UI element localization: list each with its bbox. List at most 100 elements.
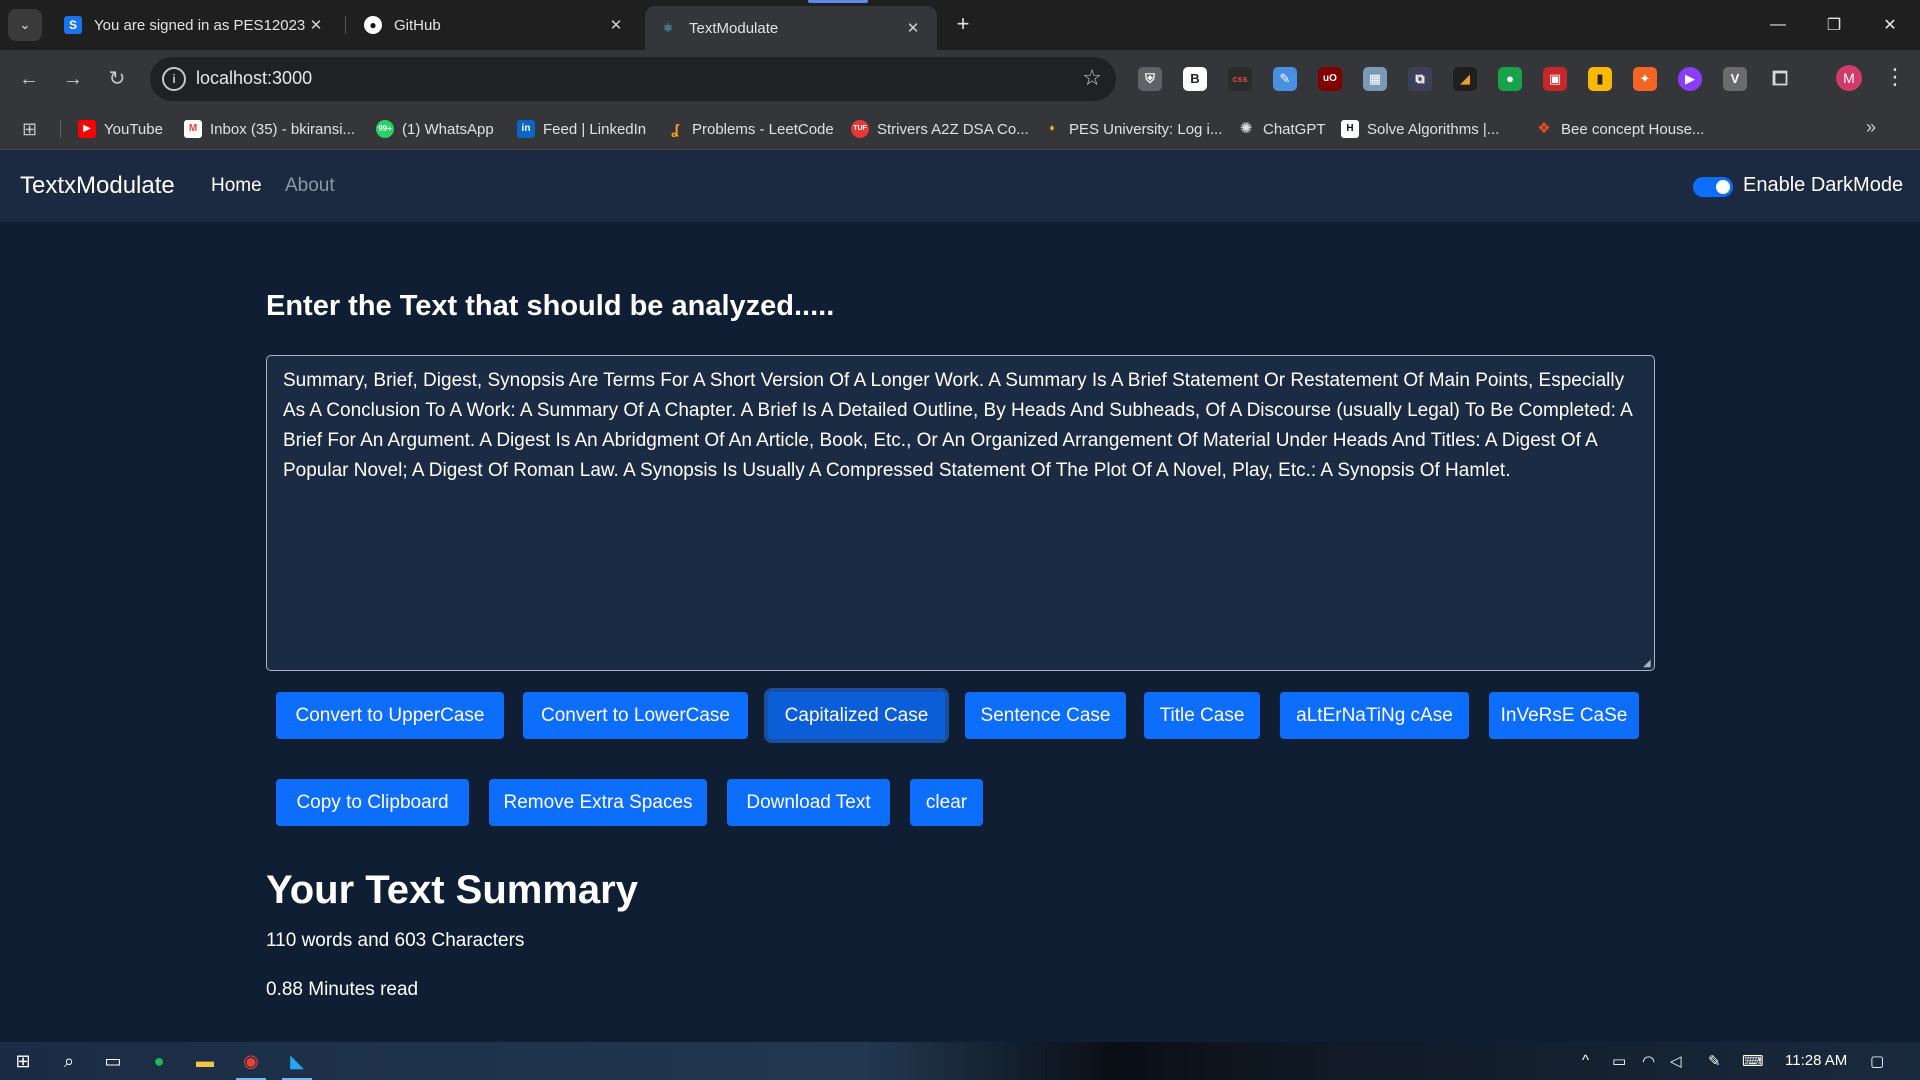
browser-toolbar: ← → ↻ i localhost:3000 ☆ ⛨ B css ✎ uO ▦ … [0,50,1920,108]
chrome-icon[interactable]: ◉ [228,1042,274,1080]
bookmark-whatsapp[interactable]: 99+ (1) WhatsApp [376,108,494,150]
whatsapp-icon: 99+ [376,120,394,138]
close-tab-icon[interactable]: ✕ [903,19,923,37]
uppercase-button[interactable]: Convert to UpperCase [276,692,504,739]
windows-taskbar: ⊞ ⌕ ▭ ● ▬ ◉ ◣ ^ ▭ ◠ ◁ ✎ ⌨ 11:28 AM ▢ [0,1042,1920,1080]
download-text-button[interactable]: Download Text [727,779,890,826]
new-tab-plus-icon[interactable]: + [950,12,976,38]
chatgpt-icon: ✺ [1239,120,1253,137]
bookmark-label: (1) WhatsApp [402,120,494,138]
brand-logo[interactable]: TextxModulate [20,172,175,200]
dark-mode-label[interactable]: Enable DarkMode [1743,174,1903,197]
tab-title: You are signed in as PES12023 [94,16,306,34]
close-tab-icon[interactable]: ✕ [606,16,626,34]
bookmark-leetcode[interactable]: ʆ Problems - LeetCode [666,108,834,150]
browser-tab-textmodulate[interactable]: ⚛ TextModulate ✕ [645,6,937,50]
file-explorer-icon[interactable]: ▬ [182,1042,228,1080]
copy-extension-icon[interactable]: ⧉ [1408,67,1432,91]
v-extension-icon[interactable]: V [1723,67,1747,91]
pencil-extension-icon[interactable]: ✎ [1273,67,1297,91]
clear-button[interactable]: clear [910,779,983,826]
bookmark-hackerrank[interactable]: H Solve Algorithms |... [1341,108,1499,150]
back-arrow-icon[interactable]: ← [14,64,44,94]
bookmark-pes[interactable]: ♦ PES University: Log i... [1043,108,1222,150]
bookmark-label: Bee concept House... [1561,120,1705,138]
bookmark-label: PES University: Log i... [1069,120,1223,138]
reload-icon[interactable]: ↻ [102,64,132,94]
tray-chevron-up-icon[interactable]: ^ [1582,1052,1589,1069]
vscode-icon[interactable]: ◣ [274,1042,320,1080]
bookmark-youtube[interactable]: ▶ YouTube [78,108,163,150]
bookmark-strivers[interactable]: TUF Strivers A2Z DSA Co... [851,108,1029,150]
bookmark-gmail[interactable]: M Inbox (35) - bkiransi... [184,108,355,150]
green-extension-icon[interactable]: ● [1498,67,1522,91]
keyboard-icon[interactable]: ⌨ [1742,1052,1764,1070]
screenshot-extension-icon[interactable]: ▦ [1363,67,1387,91]
extensions-puzzle-icon[interactable]: ⧠ [1768,67,1792,91]
bookmark-chatgpt[interactable]: ✺ ChatGPT [1237,108,1326,150]
pen-icon[interactable]: ✎ [1708,1052,1721,1070]
address-url[interactable]: localhost:3000 [196,68,312,89]
search-icon[interactable]: ⌕ [46,1042,92,1080]
close-window-icon[interactable]: ✕ [1862,0,1918,50]
taskbar-clock[interactable]: 11:28 AM [1785,1052,1847,1069]
resize-grip-icon[interactable]: ◢ [1643,659,1653,669]
title-case-button[interactable]: Title Case [1144,692,1260,739]
bookmark-star-icon[interactable]: ☆ [1082,65,1102,91]
nav-link-home[interactable]: Home [211,175,262,197]
menu-kebab-icon[interactable]: ⋮ [1884,64,1906,90]
ninja-extension-icon[interactable]: ◢ [1453,67,1477,91]
shield-extension-icon[interactable]: ⛨ [1138,67,1162,91]
profile-avatar[interactable]: M [1836,65,1862,91]
remove-spaces-button[interactable]: Remove Extra Spaces [489,779,707,826]
browser-tab-signed-in[interactable]: S You are signed in as PES12023 ✕ [50,6,340,44]
inverse-case-button[interactable]: InVeRsE CaSe [1489,692,1639,739]
volume-muted-icon[interactable]: ◁ [1670,1052,1682,1070]
more-bookmarks-chevron-icon[interactable]: » [1866,117,1876,138]
yellow-extension-icon[interactable]: ▮ [1588,67,1612,91]
spotify-icon[interactable]: ● [136,1042,182,1080]
record-extension-icon[interactable]: ▣ [1543,67,1567,91]
dark-mode-switch[interactable] [1693,177,1733,197]
bookmark-linkedin[interactable]: in Feed | LinkedIn [517,108,646,150]
task-view-icon[interactable]: ▭ [90,1042,136,1080]
wifi-icon[interactable]: ◠ [1642,1052,1655,1070]
address-bar[interactable]: i localhost:3000 ☆ [150,57,1116,101]
notifications-icon[interactable]: ▢ [1870,1052,1884,1070]
nav-link-about[interactable]: About [285,175,335,197]
copy-clipboard-button[interactable]: Copy to Clipboard [276,779,469,826]
bookmark-figma[interactable]: ❖ Bee concept House... [1535,108,1704,150]
page-heading: Enter the Text that should be analyzed..… [266,290,835,322]
windows-start-icon[interactable]: ⊞ [0,1042,46,1080]
browser-tab-strip: ⌄ S You are signed in as PES12023 ✕ ● Gi… [0,0,1920,50]
sharepoint-icon: S [64,16,82,34]
play-extension-icon[interactable]: ▶ [1678,67,1702,91]
alternating-case-button[interactable]: aLtErNaTiNg cAse [1280,692,1469,739]
capitalized-case-button[interactable]: Capitalized Case [768,692,945,739]
tuf-icon: TUF [851,120,869,138]
browser-tab-github[interactable]: ● GitHub ✕ [350,6,640,44]
switch-knob [1716,180,1730,194]
sentence-case-button[interactable]: Sentence Case [965,692,1126,739]
forward-arrow-icon[interactable]: → [58,64,88,94]
restore-icon[interactable]: ❐ [1806,0,1862,50]
gmail-icon: M [184,120,202,138]
text-input-area[interactable]: Summary, Brief, Digest, Synopsis Are Ter… [266,355,1655,671]
apps-grid-icon[interactable]: ⊞ [22,119,42,139]
minimize-icon[interactable]: — [1750,0,1806,50]
lowercase-button[interactable]: Convert to LowerCase [523,692,748,739]
bookmark-label: Feed | LinkedIn [543,120,647,138]
site-info-icon[interactable]: i [162,67,186,91]
summary-heading: Your Text Summary [266,868,638,912]
bookmark-label: Problems - LeetCode [692,120,834,138]
battery-icon[interactable]: ▭ [1612,1052,1626,1070]
github-icon: ● [364,16,382,34]
close-tab-icon[interactable]: ✕ [306,16,326,34]
ublock-extension-icon[interactable]: uO [1318,67,1342,91]
tab-search-chevron-icon[interactable]: ⌄ [8,9,42,41]
linkedin-icon: in [517,120,535,138]
orange-extension-icon[interactable]: ✦ [1633,67,1657,91]
tab-title: TextModulate [689,19,779,37]
css-extension-icon[interactable]: css [1228,67,1252,91]
b-extension-icon[interactable]: B [1183,67,1207,91]
